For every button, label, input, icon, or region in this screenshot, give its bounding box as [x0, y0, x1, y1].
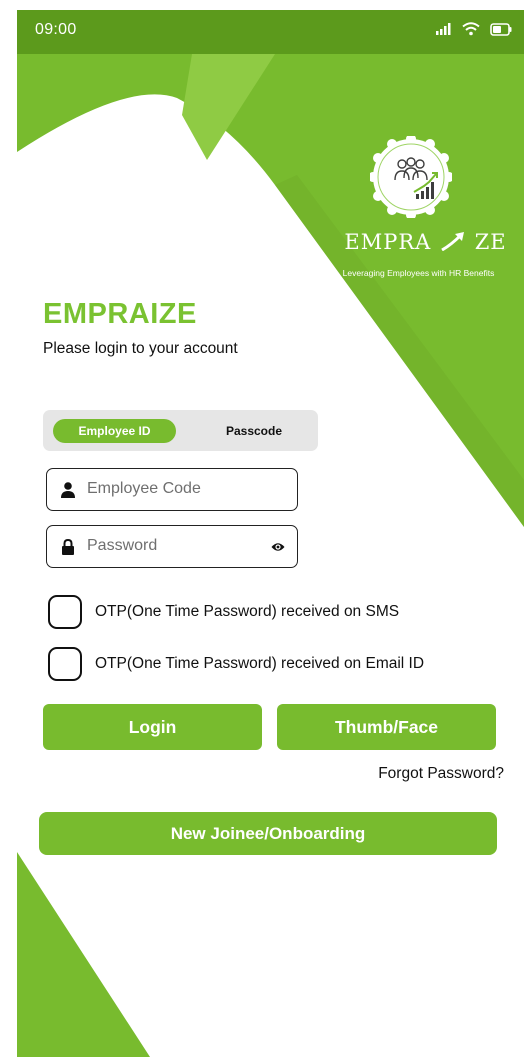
password-placeholder: Password	[87, 537, 158, 554]
thumb-face-button[interactable]: Thumb/Face	[277, 704, 496, 750]
bottom-green-triangle	[17, 852, 150, 1057]
login-subtitle: Please login to your account	[43, 340, 238, 357]
login-button[interactable]: Login	[43, 704, 262, 750]
login-mode-toggle: Employee ID Passcode	[43, 410, 318, 451]
employee-code-placeholder: Employee Code	[87, 480, 201, 497]
battery-icon	[490, 22, 512, 36]
wordmark-left: EMPRA	[344, 230, 432, 254]
brand-wordmark: EMPRA ZE	[327, 230, 524, 254]
tab-passcode[interactable]: Passcode	[199, 419, 309, 443]
otp-email-checkbox[interactable]	[48, 647, 82, 681]
status-icons	[436, 22, 512, 36]
status-bar: 09:00	[17, 10, 524, 54]
otp-email-label: OTP(One Time Password) received on Email…	[95, 655, 425, 672]
password-field[interactable]: Password	[46, 525, 298, 568]
employee-code-field[interactable]: Employee Code	[46, 468, 298, 511]
people-growth-icon	[370, 136, 452, 218]
status-time: 09:00	[35, 21, 77, 38]
wifi-icon	[462, 22, 480, 36]
user-icon	[61, 482, 75, 498]
signal-icon	[436, 23, 451, 35]
app-screen: 09:00 EMPRA ZE Leveraging Employees with…	[17, 10, 524, 1057]
otp-sms-checkbox[interactable]	[48, 595, 82, 629]
tab-employee-id[interactable]: Employee ID	[53, 419, 176, 443]
lock-icon	[62, 539, 74, 555]
otp-sms-label: OTP(One Time Password) received on SMS	[95, 603, 400, 620]
app-title: EMPRAIZE	[43, 298, 197, 330]
show-password-eye-icon[interactable]	[271, 540, 285, 554]
brand-tagline: Leveraging Employees with HR Benefits	[342, 268, 495, 278]
growth-arrow-icon	[441, 232, 465, 251]
forgot-password-link[interactable]: Forgot Password?	[378, 765, 504, 783]
new-joinee-onboarding-button[interactable]: New Joinee/Onboarding	[39, 812, 497, 855]
wordmark-right: ZE	[474, 230, 507, 254]
